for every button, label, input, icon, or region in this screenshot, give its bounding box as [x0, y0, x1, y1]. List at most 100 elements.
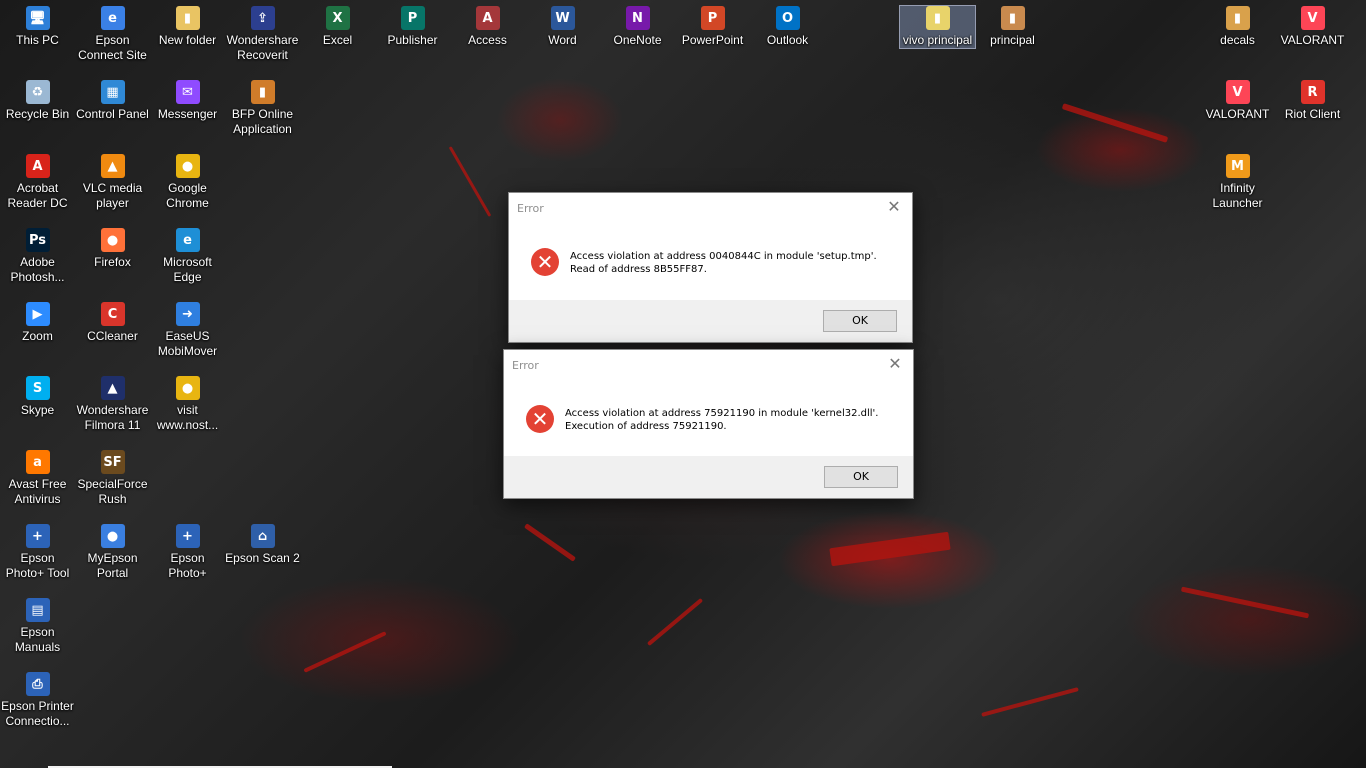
desktop-icon-label: Epson Photo+ Tool	[5, 551, 70, 580]
desktop-icon[interactable]: A Access	[450, 6, 525, 48]
desktop-icon-label: Outlook	[766, 33, 809, 47]
desktop-icon[interactable]: ▶ Zoom	[0, 302, 75, 344]
desktop-icon[interactable]: ▲ VLC media player	[75, 154, 150, 211]
desktop-icon-label: PowerPoint	[681, 33, 744, 47]
desktop-icon[interactable]: X Excel	[300, 6, 375, 48]
avast-icon: a	[25, 450, 50, 474]
desktop-icon[interactable]: A Acrobat Reader DC	[0, 154, 75, 211]
desktop-icon-label: Excel	[322, 33, 353, 47]
ok-button[interactable]: OK	[824, 466, 898, 488]
ccleaner-icon: C	[100, 302, 125, 326]
riot-client-icon: R	[1300, 80, 1325, 104]
desktop-icon[interactable]: ▮ BFP Online Application	[225, 80, 300, 137]
desktop-icon-label: Adobe Photosh...	[10, 255, 65, 284]
vlc-icon: ▲	[100, 154, 125, 178]
filmora-icon: ▲	[100, 376, 125, 400]
epson-connect-icon: e	[100, 6, 125, 30]
zoom-icon: ▶	[25, 302, 50, 326]
desktop-icon[interactable]: P Publisher	[375, 6, 450, 48]
desktop-icon-label: Recycle Bin	[5, 107, 70, 121]
desktop-icon-label: New folder	[158, 33, 217, 47]
error-icon: ✕	[531, 248, 559, 276]
desktop-icon-label: Publisher	[387, 33, 438, 47]
close-icon[interactable]: ✕	[884, 197, 904, 217]
desktop-icon-label: Access	[468, 33, 507, 47]
desktop-icon[interactable]: V VALORANT	[1275, 6, 1350, 48]
outlook-icon: O	[775, 6, 800, 30]
folder-icon: ▮	[1225, 6, 1250, 30]
excel-icon: X	[325, 6, 350, 30]
desktop-icon[interactable]: M Infinity Launcher	[1200, 154, 1275, 211]
desktop-icon[interactable]: P PowerPoint	[675, 6, 750, 48]
desktop-icon[interactable]: ● Firefox	[75, 228, 150, 270]
desktop-icon[interactable]: e Epson Connect Site	[75, 6, 150, 63]
error-message: Access violation at address 75921190 in …	[565, 407, 878, 433]
lava-crack	[646, 597, 704, 647]
desktop-icon-label: principal	[990, 33, 1035, 47]
epson-printer-icon: ⎙	[25, 672, 50, 696]
desktop-icon[interactable]: C CCleaner	[75, 302, 150, 344]
desktop-icon[interactable]: ✉ Messenger	[150, 80, 225, 122]
desktop-icon-label: VLC media player	[82, 181, 143, 210]
desktop-icon[interactable]: ▮ decals	[1200, 6, 1275, 48]
desktop-icon[interactable]: ● visit www.nost...	[150, 376, 225, 433]
desktop-icon[interactable]: ⎙ Epson Printer Connectio...	[0, 672, 75, 729]
error-icon: ✕	[526, 405, 554, 433]
desktop-icon[interactable]: V VALORANT	[1200, 80, 1275, 122]
dialog-footer: OK	[504, 456, 913, 498]
desktop-icon[interactable]: ▤ Epson Manuals	[0, 598, 75, 655]
mobimover-icon: ➜	[175, 302, 200, 326]
desktop-icon[interactable]: + Epson Photo+	[150, 524, 225, 581]
desktop-icon[interactable]: ▲ Wondershare Filmora 11	[75, 376, 150, 433]
myepson-icon: ●	[100, 524, 125, 548]
desktop-icon-label: Avast Free Antivirus	[8, 477, 67, 506]
dialog-title: Error	[517, 202, 544, 215]
close-icon[interactable]: ✕	[885, 354, 905, 374]
desktop-icon-label: decals	[1220, 33, 1255, 47]
desktop-icon[interactable]: O Outlook	[750, 6, 825, 48]
desktop-icon[interactable]: ♻ Recycle Bin	[0, 80, 75, 122]
error-message: Access violation at address 0040844C in …	[570, 250, 877, 276]
epson-manuals-icon: ▤	[25, 598, 50, 622]
desktop-icon-label: This PC	[16, 33, 59, 47]
control-panel-icon: ▦	[100, 80, 125, 104]
lava-crack	[981, 687, 1079, 717]
file-icon: ▮	[1000, 6, 1025, 30]
desktop-icon[interactable]: + Epson Photo+ Tool	[0, 524, 75, 581]
error-message-line: Read of address 8B55FF87.	[570, 264, 707, 275]
desktop-icon[interactable]: ➜ EaseUS MobiMover	[150, 302, 225, 359]
desktop-icon-label: Skype	[20, 403, 55, 417]
desktop-icon[interactable]: ▮ New folder	[150, 6, 225, 48]
desktop-icon[interactable]: N OneNote	[600, 6, 675, 48]
desktop-icon[interactable]: e Microsoft Edge	[150, 228, 225, 285]
desktop-icon[interactable]: a Avast Free Antivirus	[0, 450, 75, 507]
desktop-icon-label: Word	[548, 33, 577, 47]
desktop-icon[interactable]: SF SpecialForce Rush	[75, 450, 150, 507]
desktop-icon[interactable]: R Riot Client	[1275, 80, 1350, 122]
word-icon: W	[550, 6, 575, 30]
desktop-icon[interactable]: ⇪ Wondershare Recoverit	[225, 6, 300, 63]
lava-crack	[303, 631, 387, 673]
desktop-icon-label: Epson Scan 2	[225, 551, 300, 565]
desktop-icon-label: BFP Online Application	[231, 107, 294, 136]
dialog-title: Error	[512, 359, 539, 372]
desktop-icon[interactable]: Ps Adobe Photosh...	[0, 228, 75, 285]
ok-button[interactable]: OK	[823, 310, 897, 332]
desktop-icon-label: VALORANT	[1280, 33, 1345, 47]
desktop-icon[interactable]: ▦ Control Panel	[75, 80, 150, 122]
lava-crack	[1180, 586, 1310, 619]
desktop-icon[interactable]: S Skype	[0, 376, 75, 418]
firefox-icon: ●	[100, 228, 125, 252]
desktop-icon[interactable]: ● MyEpson Portal	[75, 524, 150, 581]
desktop-icon[interactable]: ⌂ Epson Scan 2	[225, 524, 300, 566]
desktop-icon[interactable]: 🖥 This PC	[0, 6, 75, 48]
desktop-icon[interactable]: ▮ vivo principal	[899, 5, 976, 49]
desktop-icon[interactable]: W Word	[525, 6, 600, 48]
error-dialog[interactable]: Error ✕ ✕ Access violation at address 75…	[503, 349, 914, 499]
error-dialog[interactable]: Error ✕ ✕ Access violation at address 00…	[508, 192, 913, 343]
epson-photo-tool-icon: +	[25, 524, 50, 548]
desktop-icon-label: Epson Connect Site	[78, 33, 147, 62]
dialog-footer: OK	[509, 300, 912, 342]
desktop-icon[interactable]: ▮ principal	[975, 6, 1050, 48]
desktop-icon[interactable]: ● Google Chrome	[150, 154, 225, 211]
